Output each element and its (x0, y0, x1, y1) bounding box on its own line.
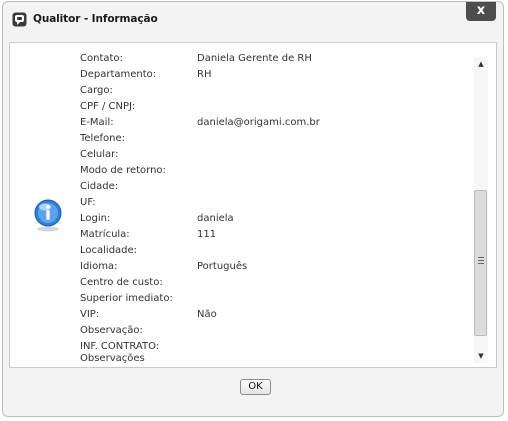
field-label: E-Mail: (80, 117, 114, 128)
field-row: Localidade: (80, 245, 460, 261)
field-row: VIP: Não (80, 309, 460, 325)
field-value: Não (197, 309, 217, 320)
field-label: Login: (80, 213, 111, 224)
field-value: Português (197, 261, 248, 272)
field-row: CPF / CNPJ: (80, 101, 460, 117)
field-row: Login: daniela (80, 213, 460, 229)
field-label: INF. CONTRATO: (80, 341, 160, 352)
field-label: Celular: (80, 149, 119, 160)
field-value: RH (197, 69, 212, 80)
grip-icon (478, 257, 484, 266)
title-bar: Qualitor - Informação x (3, 2, 503, 38)
field-row: Observação: (80, 325, 460, 341)
field-row: Telefone: (80, 133, 460, 149)
field-row: Contato: Daniela Gerente de RH (80, 53, 460, 69)
field-row: Matrícula: 111 (80, 229, 460, 245)
field-value: Daniela Gerente de RH (197, 53, 312, 64)
close-button[interactable]: x (466, 2, 496, 21)
field-value: 111 (197, 229, 217, 240)
window-title: Qualitor - Informação (33, 13, 158, 25)
field-label: Localidade: (80, 245, 138, 256)
qualitor-logo-icon (12, 12, 27, 27)
field-value: daniela (197, 213, 234, 224)
field-label: Idioma: (80, 261, 118, 272)
vertical-scrollbar[interactable]: ▲ ▼ (474, 57, 488, 363)
field-row: Departamento: RH (80, 69, 460, 85)
field-label: CPF / CNPJ: (80, 101, 136, 112)
field-row: Centro de custo: (80, 277, 460, 293)
scroll-down-arrow-icon[interactable]: ▼ (474, 349, 488, 363)
field-label: Departamento: (80, 69, 157, 80)
field-row: Cargo: (80, 85, 460, 101)
field-row: UF: (80, 197, 460, 213)
scroll-up-arrow-icon[interactable]: ▲ (474, 57, 488, 71)
field-label: Observação: (80, 325, 143, 336)
field-row: Celular: (80, 149, 460, 165)
field-row: Modo de retorno: (80, 165, 460, 181)
field-label: Contato: (80, 53, 123, 64)
field-row: Cidade: (80, 181, 460, 197)
field-row: INF. CONTRATO: Observações (80, 341, 460, 364)
field-label: UF: (80, 197, 96, 208)
field-row: Superior imediato: (80, 293, 460, 309)
field-label: Telefone: (80, 133, 125, 144)
field-label: Matrícula: (80, 229, 130, 240)
dialog-window: Qualitor - Informação x Contato: Daniela … (2, 1, 504, 417)
field-label: Cargo: (80, 85, 113, 96)
field-label: Cidade: (80, 181, 119, 192)
field-label: Superior imediato: (80, 293, 173, 304)
field-row: E-Mail: daniela@origami.com.br (80, 117, 460, 133)
field-label: Centro de custo: (80, 277, 163, 288)
ok-button[interactable]: OK (240, 379, 271, 395)
field-value: daniela@origami.com.br (197, 117, 320, 128)
scrollbar-thumb[interactable] (474, 190, 487, 336)
field-label: Modo de retorno: (80, 165, 166, 176)
info-panel: Contato: Daniela Gerente de RH Departament… (9, 42, 497, 368)
field-label: VIP: (80, 309, 100, 320)
field-row: Idioma: Português (80, 261, 460, 277)
field-sublabel: Observações (80, 353, 145, 364)
info-icon (34, 198, 62, 232)
